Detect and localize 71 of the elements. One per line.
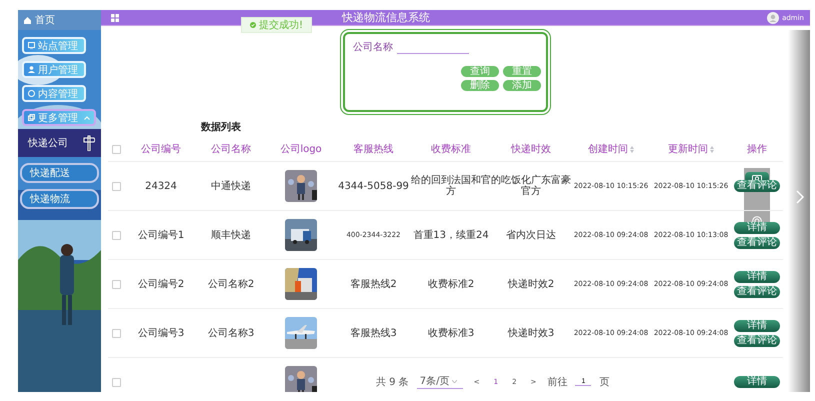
table-cell-text: 顺丰快递	[210, 230, 252, 240]
submenu-item[interactable]: 快递配送	[20, 163, 99, 183]
monitor-icon	[28, 42, 35, 49]
check-circle-icon	[250, 22, 256, 28]
table-cell-text: 快递时效3	[506, 328, 556, 338]
row-action-button[interactable]: 详情	[734, 320, 780, 332]
avatar-icon[interactable]	[767, 12, 780, 24]
home-link[interactable]: 首页	[35, 13, 55, 27]
app-title: 快递物流信息系统	[342, 10, 430, 25]
camera-icon	[752, 174, 762, 182]
page-unit: 页	[599, 376, 610, 388]
column-header[interactable]: 更新时间	[651, 142, 731, 156]
row-action-button[interactable]: 详情	[734, 376, 780, 388]
column-header: 公司logo	[279, 143, 323, 156]
table-cell-text: 公司编号1	[136, 230, 186, 240]
table-cell: 的吃饭化广东富豪官方	[491, 175, 571, 197]
chat-icon	[28, 90, 35, 97]
column-header[interactable]: 创建时间	[571, 142, 651, 156]
grid-icon[interactable]	[111, 14, 119, 22]
signpost-icon	[83, 135, 95, 151]
submenu-item[interactable]: 快递物流	[20, 189, 99, 209]
total-count: 共 9 条	[376, 376, 409, 388]
table-cell: 给的回到法国和官方	[411, 175, 491, 197]
row-checkbox[interactable]	[112, 230, 121, 240]
table-cell-text: 公司名称3	[206, 328, 256, 338]
row-action-button[interactable]: 查看评论	[734, 180, 780, 192]
caret-down-icon	[452, 380, 458, 382]
table-cell-text: 省内次日达	[505, 230, 557, 240]
row-action-button[interactable]: 查看评论	[734, 286, 780, 298]
row-action-button[interactable]: 查看评论	[734, 236, 780, 248]
sidebar-item[interactable]: 站点管理	[22, 37, 86, 54]
select-all-checkbox[interactable]	[112, 144, 121, 154]
table-cell-text: 客服热线3	[349, 328, 398, 338]
column-header: 公司名称	[210, 143, 252, 156]
table-cell-text: 4344-5058-99	[337, 180, 410, 192]
home-icon	[24, 16, 31, 24]
row-action-button[interactable]: 详情	[734, 270, 780, 282]
field-label: 公司名称	[353, 41, 393, 54]
toast-message: 提交成功!	[259, 18, 304, 32]
table-cell-text: 收费标准2	[426, 278, 476, 290]
chevron-right-icon[interactable]	[796, 190, 804, 204]
sort-icon[interactable]	[710, 146, 714, 152]
table-cell-text: 收费标准3	[426, 328, 476, 338]
column-header: 客服热线	[352, 142, 394, 156]
table-cell-text: 中通快递	[210, 180, 252, 192]
column-header: 操作	[746, 143, 768, 156]
sidebar-item[interactable]: 内容管理	[22, 85, 86, 102]
table-cell-text: 公司编号3	[136, 328, 186, 338]
row-checkbox[interactable]	[112, 182, 121, 190]
sort-icon[interactable]	[630, 146, 634, 152]
row-checkbox[interactable]	[112, 280, 121, 288]
table-cell-text: 首重13，续重24	[412, 230, 490, 240]
table-cell-text: 快递时效2	[506, 278, 556, 290]
table-cell-text: 公司编号2	[136, 278, 186, 290]
table-title: 数据列表	[201, 120, 242, 134]
goto-label: 前往	[547, 376, 568, 388]
column-header: 快递时效	[510, 142, 552, 156]
table-cell-text: 24324	[144, 180, 178, 192]
copy-icon	[28, 114, 35, 121]
table-cell-text: 客服热线2	[349, 278, 398, 290]
column-header: 公司编号	[140, 142, 182, 156]
row-checkbox[interactable]	[112, 378, 121, 386]
table-cell-text: 公司名称2	[206, 278, 256, 290]
user-icon	[28, 66, 35, 73]
submenu-item[interactable]: 快递公司	[18, 129, 101, 157]
row-checkbox[interactable]	[112, 328, 121, 338]
page-size-select[interactable]: 7条/页	[416, 374, 463, 389]
row-action-button[interactable]: 详情	[734, 222, 780, 234]
column-header: 收费标准	[430, 142, 472, 156]
sidebar-item[interactable]: 用户管理	[22, 61, 86, 78]
row-action-button[interactable]: 查看评论	[734, 334, 780, 346]
